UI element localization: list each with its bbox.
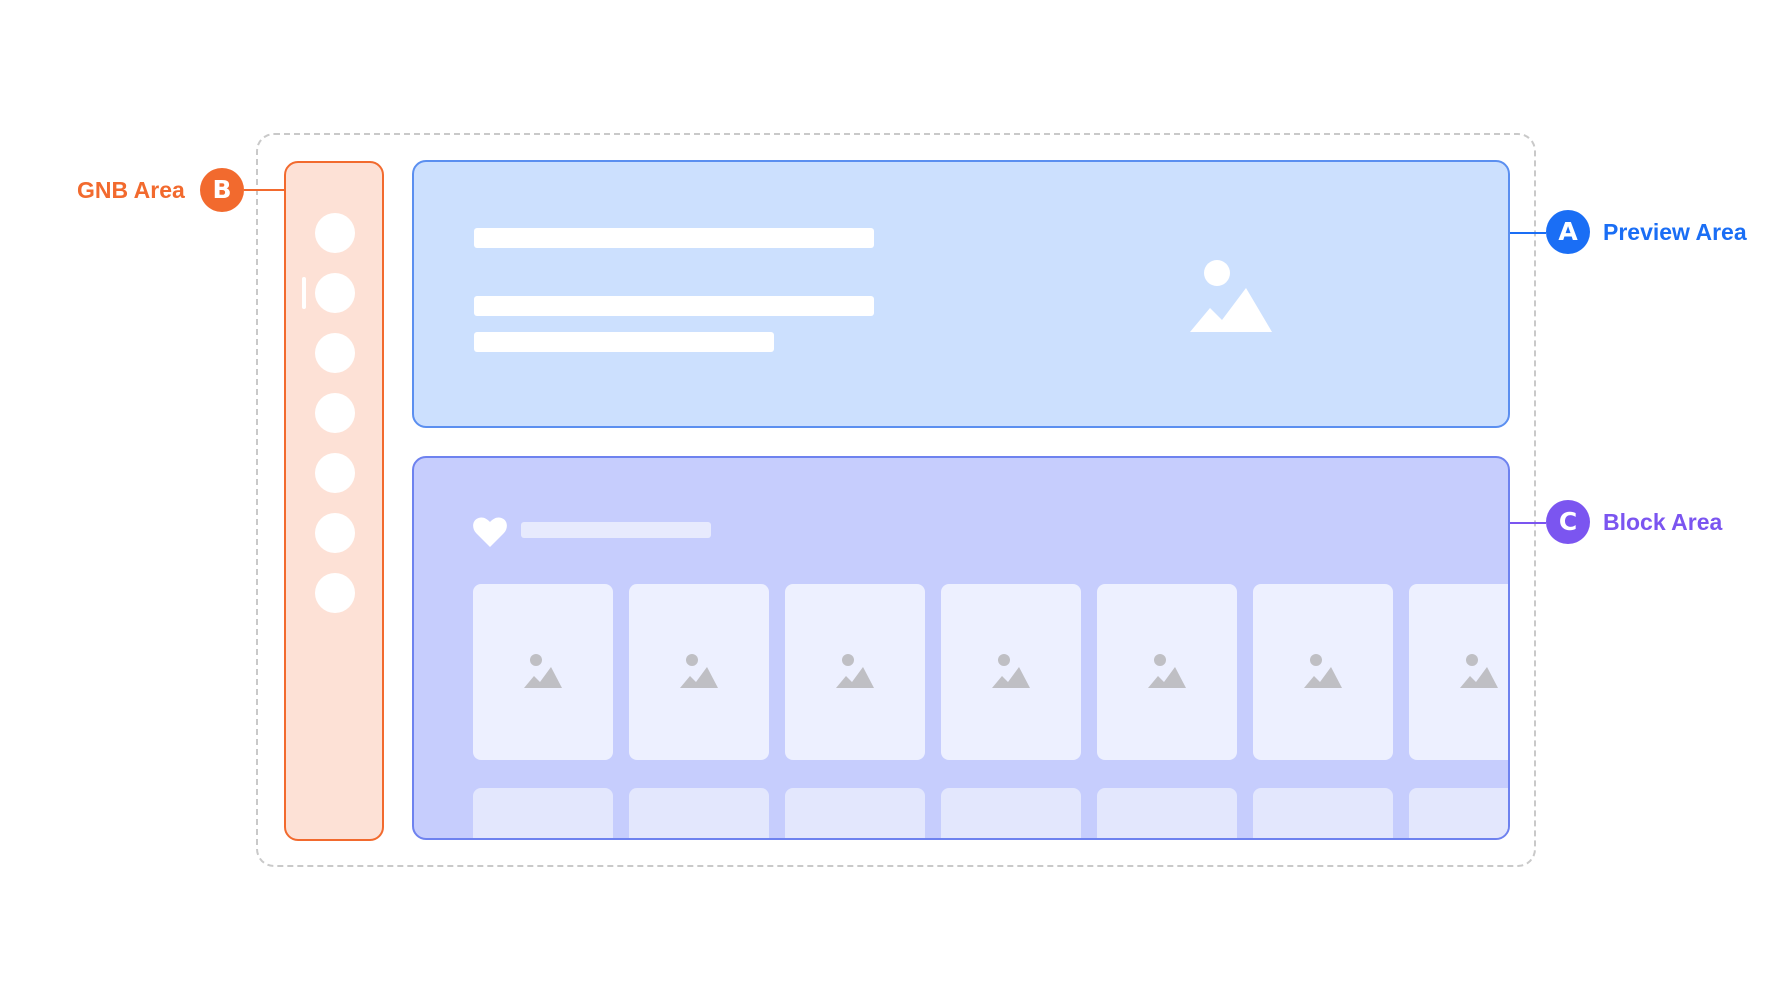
block-card[interactable] xyxy=(941,584,1081,760)
gnb-area xyxy=(284,161,384,841)
heart-icon xyxy=(473,517,507,547)
block-card[interactable] xyxy=(473,788,613,838)
block-card[interactable] xyxy=(1409,584,1508,760)
block-area xyxy=(412,456,1510,840)
block-card[interactable] xyxy=(629,788,769,838)
block-card[interactable] xyxy=(1097,788,1237,838)
block-title-placeholder xyxy=(521,522,711,538)
preview-title-placeholder xyxy=(474,228,874,248)
preview-area xyxy=(412,160,1510,428)
block-area-badge: C xyxy=(1546,500,1590,544)
image-placeholder-icon xyxy=(524,654,562,688)
block-card[interactable] xyxy=(1253,788,1393,838)
block-area-label: Block Area xyxy=(1603,509,1723,535)
gnb-active-indicator xyxy=(302,277,306,309)
block-card[interactable] xyxy=(473,584,613,760)
image-placeholder-icon xyxy=(1190,260,1272,332)
block-card[interactable] xyxy=(1253,584,1393,760)
image-placeholder-icon xyxy=(1148,654,1186,688)
gnb-item[interactable] xyxy=(315,273,355,313)
block-card[interactable] xyxy=(1409,788,1508,838)
preview-area-badge: A xyxy=(1546,210,1590,254)
image-placeholder-icon xyxy=(1304,654,1342,688)
gnb-item[interactable] xyxy=(315,213,355,253)
block-card[interactable] xyxy=(941,788,1081,838)
image-placeholder-icon xyxy=(836,654,874,688)
preview-text-placeholder xyxy=(474,296,874,316)
image-placeholder-icon xyxy=(680,654,718,688)
image-placeholder-icon xyxy=(1460,654,1498,688)
gnb-item[interactable] xyxy=(315,513,355,553)
preview-area-connector xyxy=(1510,232,1546,234)
gnb-item[interactable] xyxy=(315,333,355,373)
block-card[interactable] xyxy=(1097,584,1237,760)
gnb-item[interactable] xyxy=(315,573,355,613)
block-card[interactable] xyxy=(629,584,769,760)
gnb-item[interactable] xyxy=(315,393,355,433)
gnb-area-connector xyxy=(244,189,284,191)
preview-text-placeholder xyxy=(474,332,774,352)
preview-area-label: Preview Area xyxy=(1603,219,1747,245)
image-placeholder-icon xyxy=(992,654,1030,688)
gnb-area-label: GNB Area xyxy=(77,177,185,203)
block-card[interactable] xyxy=(785,788,925,838)
block-area-connector xyxy=(1510,522,1546,524)
gnb-area-badge: B xyxy=(200,168,244,212)
block-card[interactable] xyxy=(785,584,925,760)
gnb-item[interactable] xyxy=(315,453,355,493)
